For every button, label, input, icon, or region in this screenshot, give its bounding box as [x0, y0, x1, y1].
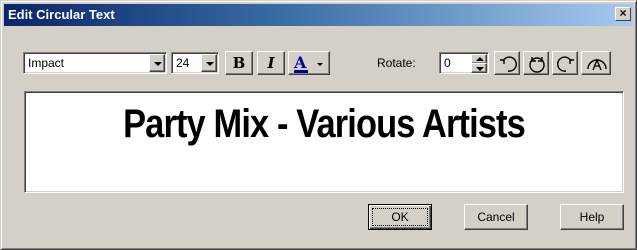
help-label: Help [579, 210, 605, 224]
font-name-select[interactable]: Impact [23, 52, 167, 74]
rotate-counterclockwise-button[interactable] [494, 51, 520, 75]
italic-button[interactable]: I [257, 51, 285, 75]
chevron-down-icon [317, 63, 323, 66]
font-size-value: 24 [176, 56, 190, 70]
rotate-label: Rotate: [377, 56, 416, 70]
text-on-arc-button[interactable] [581, 51, 611, 75]
font-size-select[interactable]: 24 [171, 52, 219, 74]
bold-button[interactable]: B [225, 51, 253, 75]
chevron-down-icon[interactable] [201, 54, 217, 72]
ok-button[interactable]: OK [368, 204, 432, 230]
help-button[interactable]: Help [560, 204, 624, 230]
close-icon: × [619, 6, 627, 20]
focus-indicator [372, 208, 428, 226]
rotate-counterclockwise-icon [500, 56, 517, 72]
cancel-label: Cancel [477, 210, 515, 224]
font-name-value: Impact [28, 56, 65, 70]
rotate-clockwise-button[interactable] [552, 51, 578, 75]
rotate-input[interactable]: 0 [439, 52, 489, 74]
edit-circular-text-dialog: Edit Circular Text × Impact 24 B I A Rot… [0, 0, 637, 250]
rotate-clockwise-icon [557, 56, 574, 72]
window-title: Edit Circular Text [8, 7, 115, 22]
spin-down-icon[interactable] [471, 63, 487, 73]
cancel-button[interactable]: Cancel [464, 204, 528, 230]
rotate-value: 0 [444, 56, 451, 70]
rotate-both-button[interactable] [523, 51, 549, 75]
title-bar[interactable]: Edit Circular Text × [4, 4, 633, 26]
rotate-both-icon [529, 57, 545, 73]
preview-pane: Party Mix - Various Artists [24, 91, 624, 193]
preview-text: Party Mix - Various Artists [123, 102, 526, 146]
color-swatch [294, 70, 308, 73]
text-color-button[interactable]: A [288, 51, 330, 75]
close-button[interactable]: × [615, 7, 631, 21]
bold-label: B [232, 54, 246, 72]
italic-label: I [267, 54, 275, 72]
text-on-arc-icon [587, 58, 607, 71]
chevron-down-icon[interactable] [149, 54, 165, 72]
